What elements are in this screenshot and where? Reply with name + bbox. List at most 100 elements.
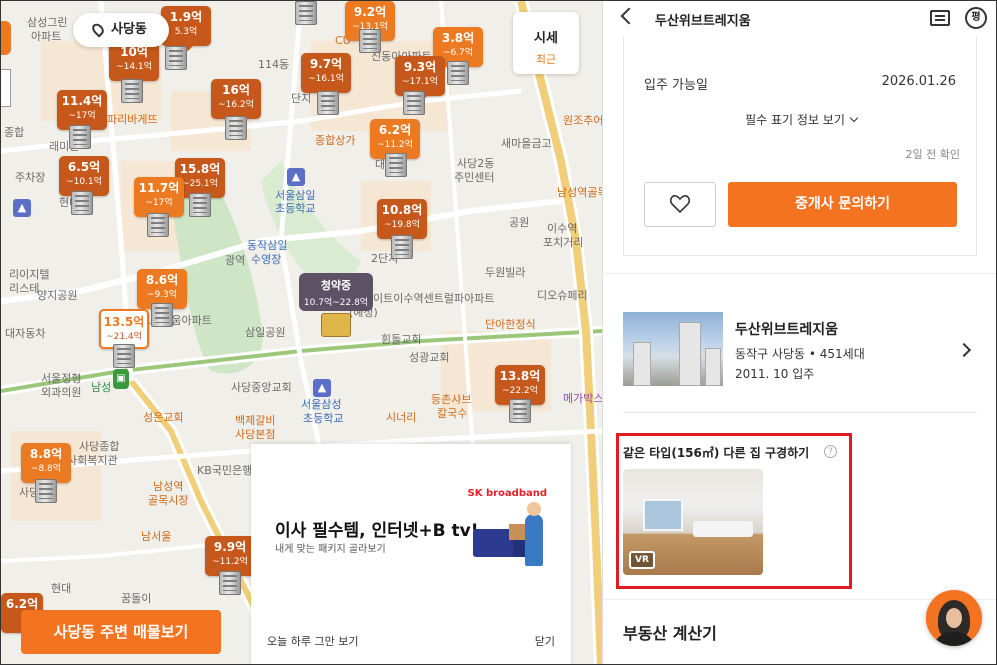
- map-label: 두원빌라: [485, 266, 526, 279]
- map-label: 디오슈페리: [537, 289, 588, 302]
- mover-illustration: [525, 502, 543, 566]
- map-label: 시너리: [386, 411, 417, 424]
- map-label: 동작삼일: [247, 239, 288, 252]
- map-label: 종합상가: [315, 134, 356, 147]
- map-label: 서울삼일: [275, 189, 316, 202]
- map-label: 서울정형: [41, 372, 82, 385]
- divider: [623, 412, 977, 413]
- ad-banner[interactable]: SK broadband 이사 필수템, 인터넷+B tv! 내게 맞는 패키지…: [251, 444, 571, 664]
- map-label: 서울삼성: [301, 398, 342, 411]
- pyeong-toggle-icon[interactable]: 평: [965, 7, 987, 29]
- price-marker[interactable]: 8.8억 ~8.8억: [21, 443, 71, 488]
- map-label: 칼국수: [437, 407, 468, 420]
- ad-subtext[interactable]: 내게 맞는 패키지 골라보기: [275, 540, 386, 555]
- price-marker[interactable]: 10.8억 ~19.8억: [377, 199, 427, 244]
- apartment-icon: [35, 479, 57, 503]
- price-marker[interactable]: 11.4억 ~17억: [57, 90, 107, 135]
- detail-panel: 두산위브트레지움 평 입주 가능일 2026.01.26 필수 표기 정보 보기…: [602, 1, 996, 664]
- map-label: 종합: [4, 126, 25, 139]
- room-bed: [693, 521, 753, 537]
- move-in-label: 입주 가능일: [644, 78, 708, 93]
- map-label: 114동: [258, 58, 290, 71]
- vr-tour-thumbnail[interactable]: VR: [623, 469, 763, 575]
- vr-section-title: 같은 타입(156㎡) 다른 집 구경하기: [623, 446, 810, 460]
- price-marker[interactable]: 16억 ~16.2억: [211, 79, 261, 124]
- school-icon: ▲: [287, 168, 305, 186]
- ad-close-button[interactable]: 닫기: [535, 633, 555, 649]
- apartment-icon: [317, 91, 339, 115]
- map-label: 백제갈비: [235, 414, 276, 427]
- location-chip[interactable]: 사당동: [73, 13, 169, 47]
- price-marker[interactable]: 9.9억 ~11.2억: [205, 536, 255, 581]
- apartment-name: 두산위브트레지움: [735, 322, 839, 338]
- price-toggle-sub: 최근: [535, 53, 557, 66]
- calculator-title: 부동산 계산기: [623, 624, 717, 643]
- map-label: 남성역: [153, 480, 184, 493]
- map-label: 단지: [291, 92, 312, 105]
- price-marker[interactable]: 9.7억 ~16.1억: [301, 53, 351, 98]
- map-label: 원조추어: [563, 114, 602, 127]
- apartment-icon: [391, 235, 413, 259]
- nearby-listings-button[interactable]: 사당동 주변 매물보기: [21, 610, 221, 654]
- price-toggle-button[interactable]: 시세 최근: [513, 12, 579, 74]
- hide-today-link[interactable]: 오늘 하루 그만 보기: [267, 633, 358, 649]
- map-label: 새마을금고: [501, 137, 552, 150]
- apartment-icon: [189, 193, 211, 217]
- map-label: 사당2동: [457, 157, 495, 170]
- map-label: 등촌샤브: [431, 393, 472, 406]
- apartment-icon: [225, 116, 247, 140]
- required-info-toggle[interactable]: 필수 표기 정보 보기: [624, 111, 978, 128]
- apartment-icon: [165, 46, 187, 70]
- map-label: 초등학교: [303, 412, 344, 425]
- map-label: 현대: [51, 582, 72, 595]
- map-label: 외과의원: [41, 386, 82, 399]
- apartment-meta: 동작구 사당동 • 451세대: [735, 347, 865, 361]
- map-label: 성광교회: [409, 351, 450, 364]
- price-marker[interactable]: 10억 ~14.1억: [109, 41, 159, 86]
- heart-icon: [670, 195, 690, 213]
- price-marker[interactable]: 9.3억 ~17.1억: [395, 56, 445, 101]
- map-label: 이트이수역센트럴파아파트: [373, 292, 495, 305]
- map-label: 남서울: [141, 530, 172, 543]
- map-label: KB국민은행: [197, 464, 253, 477]
- apartment-icon: [147, 213, 169, 237]
- map-label: 아파트: [31, 30, 62, 43]
- map-label: 골목시장: [148, 494, 189, 507]
- panel-header: 두산위브트레지움 평: [603, 1, 996, 37]
- map-label: 광역: [225, 254, 246, 267]
- map-label: 리스테: [9, 282, 40, 295]
- map-label: 주민센터: [454, 171, 495, 184]
- price-toggle-label: 시세: [534, 31, 558, 46]
- apartment-built: 2011. 10 입주: [735, 367, 815, 381]
- map-label: 삼일공원: [245, 326, 286, 339]
- price-marker[interactable]: 11.7억 ~17억: [134, 177, 184, 222]
- map-label: 사당본점: [235, 428, 276, 441]
- favorite-button[interactable]: [644, 182, 716, 227]
- left-edge-tab[interactable]: [1, 21, 11, 55]
- agent-avatar-button[interactable]: [926, 590, 982, 646]
- confirmed-date: 2일 전 확인: [905, 148, 960, 161]
- room-window: [643, 499, 683, 531]
- price-marker[interactable]: 6.5억 ~10.1억: [59, 156, 109, 201]
- apartment-icon: [113, 344, 135, 368]
- map-label: 사회복지관: [67, 454, 118, 467]
- apartment-icon: [151, 303, 173, 327]
- map-view[interactable]: 삼성그린 아파트 114동 단지 CU 신동아아파트 파리바게뜨 종합상가 사당…: [1, 1, 602, 664]
- ad-headline: 이사 필수템, 인터넷+B tv!: [275, 521, 479, 541]
- map-label: 양지공원: [37, 289, 78, 302]
- back-icon[interactable]: [620, 7, 638, 25]
- subscription-marker[interactable]: 청약중 10.7억~22.8억: [299, 273, 373, 311]
- apartment-icon: [295, 1, 317, 25]
- panel-title: 두산위브트레지움: [655, 14, 751, 29]
- map-label: 휜돌교회: [381, 333, 422, 346]
- subway-icon: ▣: [113, 369, 129, 389]
- map-label: 사당종합: [79, 440, 120, 453]
- price-marker-selected[interactable]: 13.5억 ~21.4억: [99, 309, 149, 352]
- chevron-down-icon: [849, 113, 859, 123]
- chevron-right-icon[interactable]: [956, 342, 972, 358]
- inquire-agent-button[interactable]: 중개사 문의하기: [728, 182, 957, 227]
- message-icon[interactable]: [930, 10, 950, 26]
- apartment-photo: [623, 312, 723, 386]
- apartment-icon: [121, 79, 143, 103]
- help-icon[interactable]: ?: [824, 445, 837, 458]
